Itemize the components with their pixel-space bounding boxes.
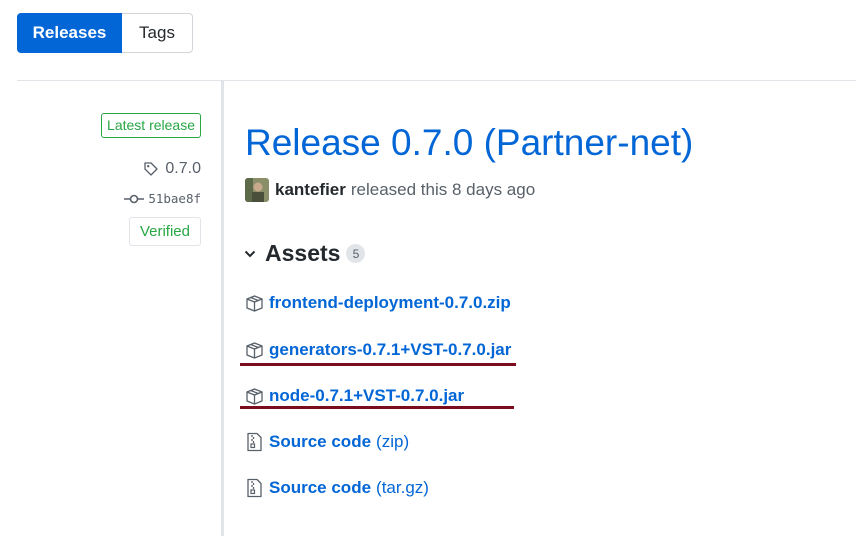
tag-name: 0.7.0 <box>165 160 201 177</box>
chevron-down-icon <box>244 250 256 257</box>
asset-node-jar[interactable]: node-0.7.1+VST-0.7.0.jar <box>245 386 464 406</box>
asset-source-zip[interactable]: Source code (zip) <box>245 432 409 452</box>
tab-releases[interactable]: Releases <box>17 13 122 53</box>
release-meta: Latest release 0.7.0 51bae8f Verified <box>101 113 201 246</box>
release-time: released this 8 days ago <box>350 180 536 199</box>
commit-link[interactable]: 51bae8f <box>124 191 201 206</box>
asset-name: generators-0.7.1+VST-0.7.0.jar <box>269 340 512 359</box>
annotation-underline <box>240 406 514 409</box>
author-link[interactable]: kantefier <box>275 180 346 200</box>
avatar[interactable] <box>245 178 269 202</box>
timeline-line <box>221 81 224 536</box>
release-tabs: Releases Tags <box>17 13 193 53</box>
asset-frontend-zip[interactable]: frontend-deployment-0.7.0.zip <box>245 293 511 313</box>
tag-icon <box>144 162 159 176</box>
annotation-underline <box>240 363 516 366</box>
commit-icon <box>124 194 145 203</box>
assets-heading: Assets <box>265 240 341 266</box>
asset-name: Source code <box>269 432 372 451</box>
asset-name: node-0.7.1+VST-0.7.0.jar <box>269 386 465 405</box>
assets-count: 5 <box>346 244 366 263</box>
package-icon <box>246 342 263 359</box>
commit-sha: 51bae8f <box>148 191 201 206</box>
divider <box>17 80 856 81</box>
release-byline: kantefier released this 8 days ago <box>245 178 535 202</box>
asset-format: (tar.gz) <box>376 478 429 497</box>
file-zip-icon <box>247 478 262 498</box>
asset-name: Source code <box>269 478 372 497</box>
file-zip-icon <box>247 432 262 452</box>
tag-link[interactable]: 0.7.0 <box>143 160 201 178</box>
release-title[interactable]: Release 0.7.0 (Partner-net) <box>245 120 693 166</box>
latest-release-badge: Latest release <box>101 113 201 138</box>
package-icon <box>246 295 263 312</box>
asset-format: (zip) <box>376 432 410 451</box>
asset-source-targz[interactable]: Source code (tar.gz) <box>245 478 429 498</box>
assets-toggle[interactable]: Assets 5 <box>243 240 366 267</box>
asset-name: frontend-deployment-0.7.0.zip <box>269 293 511 312</box>
tab-tags[interactable]: Tags <box>122 13 193 53</box>
asset-generators-jar[interactable]: generators-0.7.1+VST-0.7.0.jar <box>245 340 511 360</box>
package-icon <box>246 388 263 405</box>
verified-badge[interactable]: Verified <box>128 217 201 246</box>
